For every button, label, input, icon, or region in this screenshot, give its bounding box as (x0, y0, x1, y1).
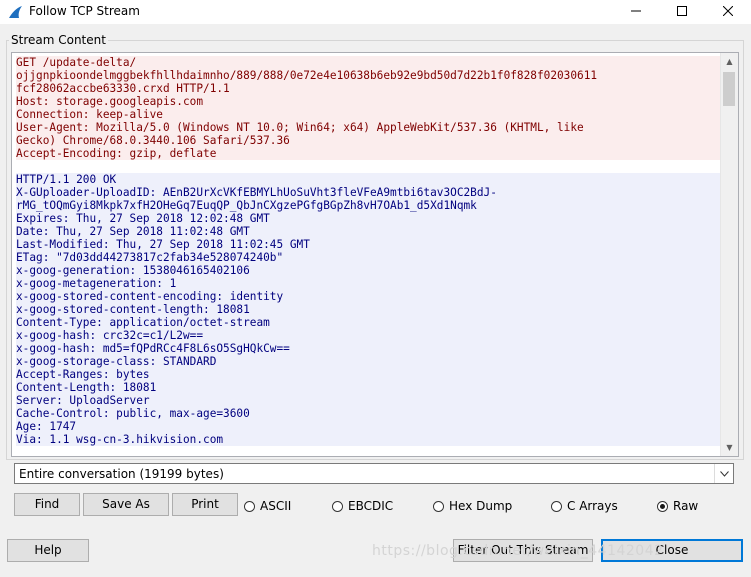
stream-text-area[interactable]: GET /update-delta/ojjgnpkioondelmggbekfh… (11, 52, 739, 457)
response-line: Date: Thu, 27 Sep 2018 11:02:48 GMT (16, 225, 721, 238)
request-line: GET /update-delta/ (16, 56, 721, 69)
response-line: Accept-Ranges: bytes (16, 368, 721, 381)
request-line: User-Agent: Mozilla/5.0 (Windows NT 10.0… (16, 121, 721, 134)
scroll-down-icon[interactable]: ▼ (721, 439, 738, 456)
window-title: Follow TCP Stream (29, 4, 140, 18)
response-line: rMG_tOQmGyi8Mkpk7xfH2OHeGq7EuqQP_QbJnCXg… (16, 199, 721, 212)
format-radio-c-arrays[interactable]: C Arrays (551, 498, 618, 514)
format-label: EBCDIC (348, 499, 394, 513)
radio-indicator (244, 501, 255, 512)
radio-indicator (657, 501, 668, 512)
title-bar: Follow TCP Stream (0, 0, 751, 24)
save-as-button[interactable]: Save As (83, 493, 169, 516)
maximize-icon (677, 6, 687, 16)
format-label: ASCII (260, 499, 292, 513)
vertical-scrollbar[interactable]: ▲ ▼ (720, 53, 738, 456)
close-window-button[interactable] (705, 0, 751, 24)
wireshark-fin-icon (7, 4, 23, 20)
radio-indicator (332, 501, 343, 512)
response-line: Content-Length: 18081 (16, 381, 721, 394)
radio-indicator (551, 501, 562, 512)
stream-content-label: Stream Content (9, 33, 108, 47)
format-label: Raw (673, 499, 699, 513)
response-line: x-goog-metageneration: 1 (16, 277, 721, 290)
response-line: HTTP/1.1 200 OK (16, 173, 721, 186)
request-line: Accept-Encoding: gzip, deflate (16, 147, 721, 160)
close-icon (722, 5, 734, 17)
format-radio-ebcdic[interactable]: EBCDIC (332, 498, 393, 514)
find-button[interactable]: Find (14, 493, 80, 516)
chevron-down-icon[interactable] (714, 464, 733, 483)
print-button[interactable]: Print (172, 493, 238, 516)
radio-indicator (433, 501, 444, 512)
scroll-up-icon[interactable]: ▲ (721, 53, 738, 70)
response-line: x-goog-hash: crc32c=c1/L2w== (16, 329, 721, 342)
response-line: ETag: "7d03dd44273817c2fab34e528074240b" (16, 251, 721, 264)
maximize-button[interactable] (659, 0, 705, 24)
filter-out-stream-button[interactable]: Filter Out This Stream (453, 539, 593, 562)
request-line: Connection: keep-alive (16, 108, 721, 121)
response-line: x-goog-generation: 1538046165402106 (16, 264, 721, 277)
format-label: C Arrays (567, 499, 618, 513)
format-radio-hex-dump[interactable]: Hex Dump (433, 498, 512, 514)
response-line: x-goog-stored-content-length: 18081 (16, 303, 721, 316)
scroll-thumb[interactable] (723, 72, 735, 106)
response-line: Age: 1747 (16, 420, 721, 433)
request-line: ojjgnpkioondelmggbekfhllhdaimnho/889/888… (16, 69, 721, 82)
help-button[interactable]: Help (7, 539, 89, 562)
close-button[interactable]: Close (601, 539, 743, 562)
response-line: x-goog-stored-content-encoding: identity (16, 290, 721, 303)
format-radio-ascii[interactable]: ASCII (244, 498, 291, 514)
minimize-icon (631, 10, 641, 12)
response-line: Cache-Control: public, max-age=3600 (16, 407, 721, 420)
request-line: fcf28062accbe63330.crxd HTTP/1.1 (16, 82, 721, 95)
response-line: Server: UploadServer (16, 394, 721, 407)
request-line: Gecko) Chrome/68.0.3440.106 Safari/537.3… (16, 134, 721, 147)
request-line: Host: storage.googleapis.com (16, 95, 721, 108)
response-line: X-GUploader-UploadID: AEnB2UrXcVKfEBMYLh… (16, 186, 721, 199)
response-line: Via: 1.1 wsg-cn-3.hikvision.com (16, 433, 721, 446)
response-line: x-goog-hash: md5=fQPdRCc4F8L6sO5SgHQkCw=… (16, 342, 721, 355)
conversation-select-value: Entire conversation (19199 bytes) (19, 467, 224, 481)
response-line: Content-Type: application/octet-stream (16, 316, 721, 329)
format-radio-raw[interactable]: Raw (657, 498, 698, 514)
response-line: Last-Modified: Thu, 27 Sep 2018 11:02:45… (16, 238, 721, 251)
format-label: Hex Dump (449, 499, 513, 513)
response-line: x-goog-storage-class: STANDARD (16, 355, 721, 368)
response-line: Expires: Thu, 27 Sep 2018 12:02:48 GMT (16, 212, 721, 225)
conversation-select[interactable]: Entire conversation (19199 bytes) (14, 463, 734, 484)
stream-lines: GET /update-delta/ojjgnpkioondelmggbekfh… (12, 53, 721, 446)
minimize-button[interactable] (613, 0, 659, 24)
